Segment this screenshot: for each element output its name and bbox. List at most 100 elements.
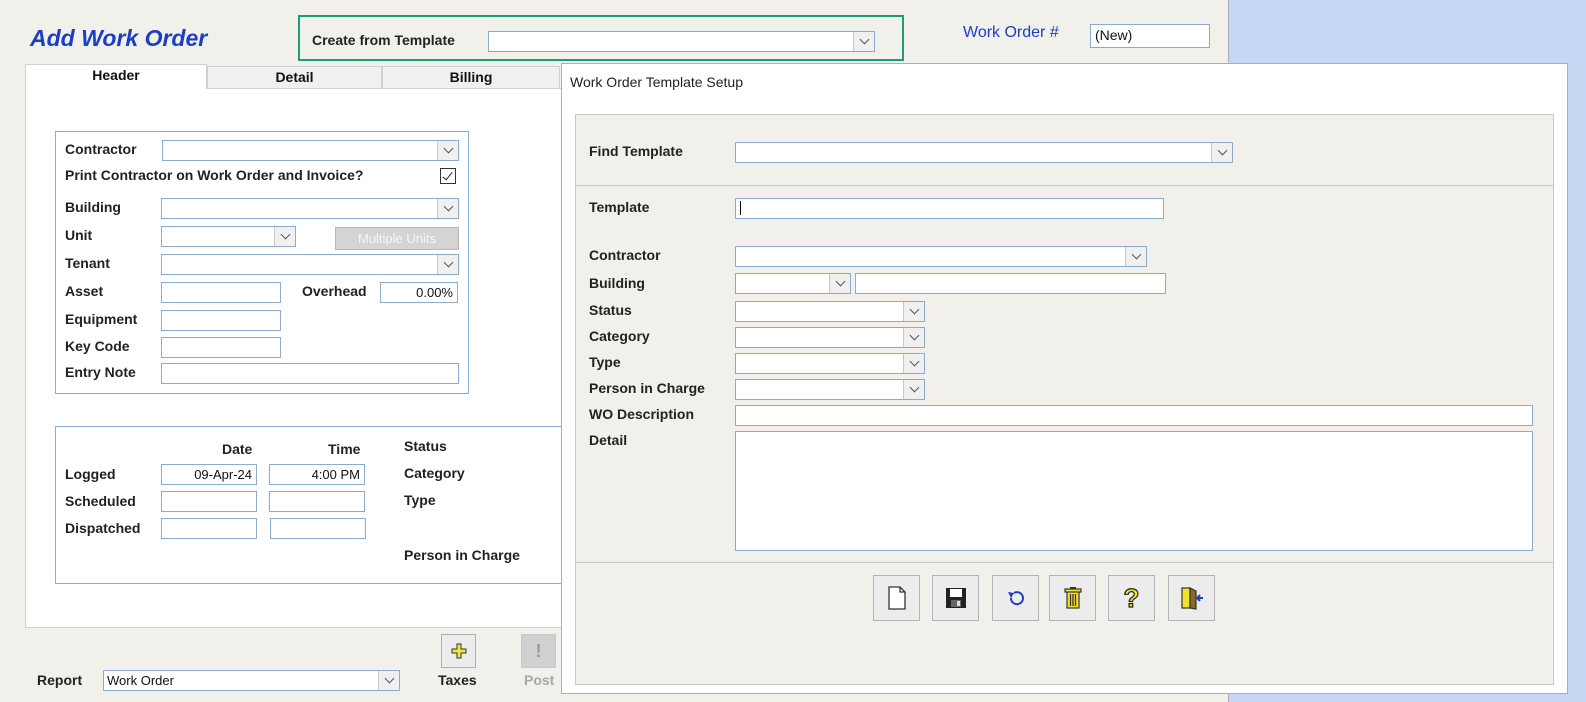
building-label: Building — [65, 199, 121, 215]
category-label: Category — [404, 465, 465, 481]
add-icon — [451, 643, 466, 659]
find-template-divider — [576, 185, 1553, 186]
dialog-title: Work Order Template Setup — [570, 74, 744, 90]
checkmark-icon — [442, 169, 453, 181]
dialog-building-label: Building — [589, 275, 645, 291]
chevron-down-icon[interactable] — [903, 328, 924, 347]
building-select[interactable] — [161, 198, 459, 219]
logged-time-field[interactable]: 4:00 PM — [269, 464, 365, 485]
scheduled-date-field[interactable] — [161, 491, 257, 512]
report-value: Work Order — [107, 673, 174, 688]
find-template-select[interactable] — [735, 142, 1233, 163]
post-button[interactable]: ! — [521, 634, 556, 668]
unit-select[interactable] — [161, 226, 296, 247]
report-select[interactable]: Work Order — [103, 670, 400, 691]
dialog-contractor-select[interactable] — [735, 246, 1147, 267]
contractor-select[interactable] — [162, 140, 459, 161]
entry-note-label: Entry Note — [65, 364, 136, 380]
wo-description-field[interactable] — [735, 405, 1533, 426]
undo-icon — [1007, 591, 1024, 606]
dialog-person-in-charge-select[interactable] — [735, 379, 925, 400]
dispatched-time-field[interactable] — [270, 518, 366, 539]
unit-label: Unit — [65, 227, 93, 243]
dialog-type-select[interactable] — [735, 353, 925, 374]
template-setup-dialog: Work Order Template Setup Find Template … — [561, 63, 1568, 694]
asset-field[interactable] — [161, 282, 281, 303]
entry-note-field[interactable] — [161, 363, 459, 384]
exit-icon — [1180, 587, 1203, 610]
template-label: Template — [589, 199, 650, 215]
dialog-building-select[interactable] — [735, 273, 851, 294]
overhead-label: Overhead — [302, 283, 367, 299]
chevron-down-icon[interactable] — [1211, 143, 1232, 162]
report-label: Report — [37, 672, 83, 688]
exclamation-icon: ! — [535, 640, 542, 661]
scheduled-time-field[interactable] — [269, 491, 365, 512]
print-contractor-checkbox[interactable] — [440, 168, 456, 184]
work-order-number-field[interactable]: (New) — [1090, 24, 1210, 48]
dialog-type-label: Type — [589, 354, 621, 370]
dialog-status-select[interactable] — [735, 301, 925, 322]
undo-button[interactable] — [992, 575, 1039, 621]
exit-button[interactable] — [1168, 575, 1215, 621]
dialog-status-label: Status — [589, 302, 632, 318]
work-order-number-label: Work Order # — [963, 24, 1059, 41]
help-button[interactable]: ? — [1108, 575, 1155, 621]
chevron-down-icon[interactable] — [853, 32, 874, 51]
dialog-category-label: Category — [589, 328, 650, 344]
chevron-down-icon[interactable] — [829, 274, 850, 293]
dispatched-label: Dispatched — [65, 520, 141, 536]
date-header: Date — [222, 441, 253, 457]
help-icon: ? — [1123, 582, 1140, 613]
delete-template-button[interactable] — [1049, 575, 1096, 621]
delete-icon — [1063, 587, 1082, 609]
template-field[interactable] — [735, 198, 1164, 219]
key-code-field[interactable] — [161, 337, 281, 358]
dialog-building-name-field[interactable] — [855, 273, 1166, 294]
chevron-down-icon[interactable] — [903, 354, 924, 373]
save-icon — [945, 588, 966, 608]
tab-billing[interactable]: Billing — [382, 66, 560, 88]
chevron-down-icon[interactable] — [437, 199, 458, 218]
dialog-contractor-label: Contractor — [589, 247, 661, 263]
text-cursor — [740, 201, 741, 215]
overhead-field[interactable]: 0.00% — [380, 282, 458, 303]
page-title: Add Work Order — [30, 25, 208, 51]
tenant-select[interactable] — [161, 254, 459, 275]
chevron-down-icon[interactable] — [903, 302, 924, 321]
wo-description-label: WO Description — [589, 406, 695, 422]
chevron-down-icon[interactable] — [437, 141, 458, 160]
taxes-button[interactable] — [441, 634, 476, 668]
asset-label: Asset — [65, 283, 104, 299]
create-from-template-label: Create from Template — [312, 32, 455, 48]
create-from-template-select[interactable] — [488, 31, 875, 52]
tab-detail[interactable]: Detail — [207, 66, 382, 88]
print-contractor-label: Print Contractor on Work Order and Invoi… — [65, 167, 364, 183]
detail-textarea[interactable] — [735, 431, 1533, 551]
dialog-category-select[interactable] — [735, 327, 925, 348]
chevron-down-icon[interactable] — [1125, 247, 1146, 266]
equipment-label: Equipment — [65, 311, 138, 327]
save-template-button[interactable] — [932, 575, 979, 621]
new-template-button[interactable] — [873, 575, 920, 621]
taxes-label: Taxes — [438, 672, 477, 688]
dispatched-date-field[interactable] — [161, 518, 257, 539]
find-template-label: Find Template — [589, 143, 683, 159]
post-label: Post — [524, 672, 555, 688]
tab-header[interactable]: Header — [25, 64, 207, 89]
multiple-units-button[interactable]: Multiple Units — [335, 227, 459, 250]
tenant-label: Tenant — [65, 255, 110, 271]
chevron-down-icon[interactable] — [437, 255, 458, 274]
person-in-charge-label: Person in Charge — [404, 547, 520, 563]
toolbar-divider — [576, 562, 1553, 563]
detail-label: Detail — [589, 432, 628, 448]
key-code-label: Key Code — [65, 338, 130, 354]
chevron-down-icon[interactable] — [274, 227, 295, 246]
logged-date-field[interactable]: 09-Apr-24 — [161, 464, 257, 485]
new-document-icon — [887, 586, 906, 610]
equipment-field[interactable] — [161, 310, 281, 331]
status-label: Status — [404, 438, 447, 454]
logged-label: Logged — [65, 466, 116, 482]
chevron-down-icon[interactable] — [378, 671, 399, 690]
chevron-down-icon[interactable] — [903, 380, 924, 399]
